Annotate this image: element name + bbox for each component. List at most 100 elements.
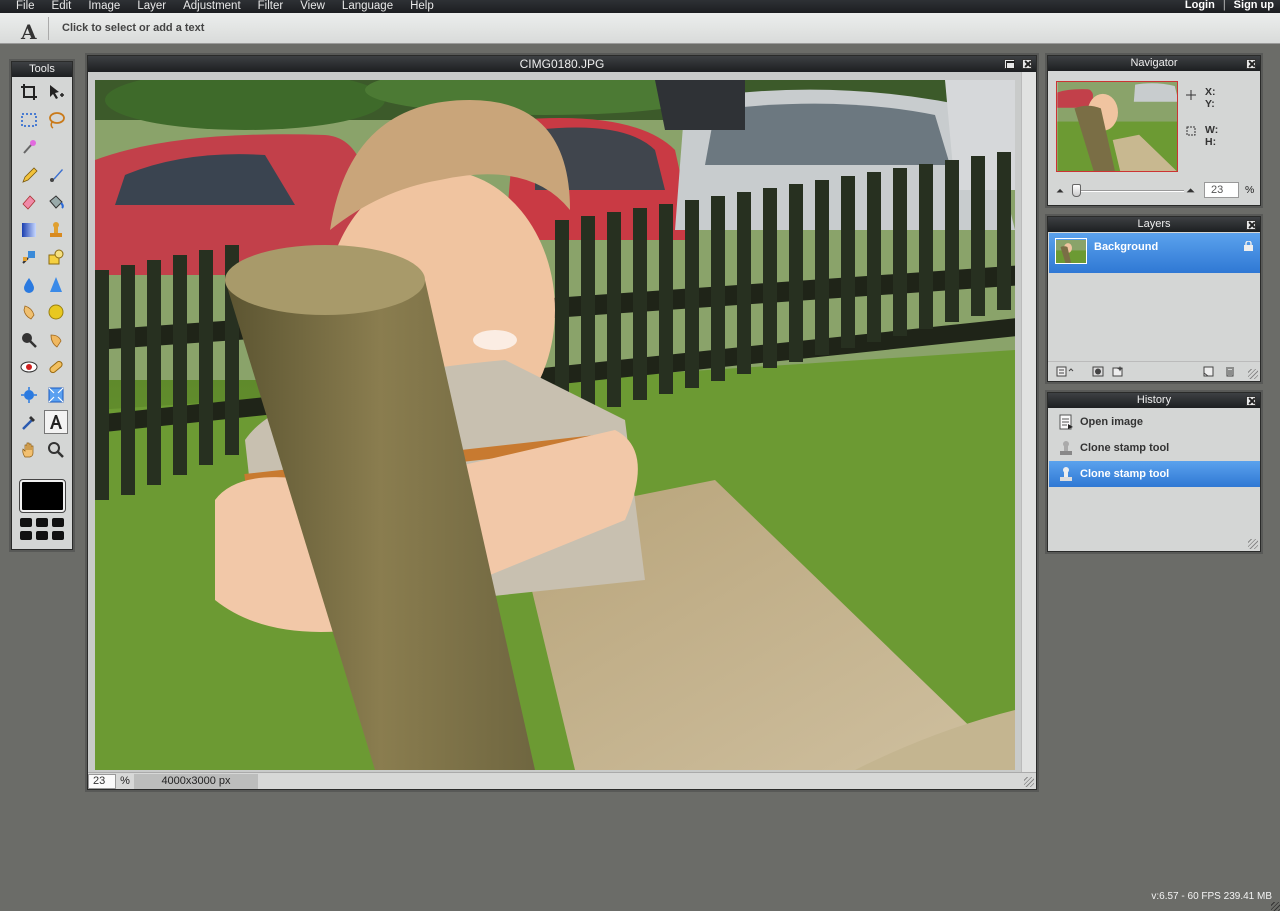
spot-heal-tool-icon[interactable]	[44, 355, 68, 379]
document-title-bar: CIMG0180.JPG	[88, 56, 1036, 72]
move-tool-icon[interactable]	[44, 80, 68, 104]
document-title: CIMG0180.JPG	[519, 57, 605, 71]
history-title: History	[1048, 393, 1260, 408]
bloat-tool-icon[interactable]	[17, 383, 41, 407]
layer-mask-icon[interactable]	[1092, 366, 1104, 377]
dodge-tool-icon[interactable]	[44, 328, 68, 352]
menu-filter[interactable]: Filter	[258, 0, 284, 12]
text-tool-icon: A	[21, 20, 37, 44]
close-icon[interactable]	[1246, 220, 1256, 230]
layer-thumbnail	[1055, 238, 1087, 264]
zoom-slider-row: ⏶ ⏶ 23 %	[1054, 182, 1258, 200]
resize-grip-icon[interactable]	[1248, 539, 1258, 549]
canvas-image[interactable]	[95, 80, 1015, 770]
eraser-tool-icon[interactable]	[17, 190, 41, 214]
preset-swatch[interactable]	[20, 531, 32, 540]
new-layer-icon[interactable]	[1202, 366, 1214, 377]
history-item-label: Clone stamp tool	[1080, 468, 1170, 480]
foreground-color-swatch[interactable]	[19, 479, 66, 513]
y-label: Y:	[1205, 98, 1215, 110]
red-eye-tool-icon[interactable]	[17, 355, 41, 379]
burn-tool-icon[interactable]	[17, 328, 41, 352]
brush-presets	[20, 518, 64, 540]
login-link[interactable]: Login	[1185, 0, 1215, 11]
close-icon[interactable]	[1246, 59, 1256, 69]
document-icon	[1059, 414, 1073, 430]
empty-tool-slot	[44, 135, 68, 159]
marquee-tool-icon[interactable]	[17, 108, 41, 132]
zoom-field[interactable]: 23	[88, 773, 116, 789]
vertical-scrollbar[interactable]	[1021, 72, 1036, 772]
zoom-out-icon[interactable]: ⏶	[1056, 186, 1064, 197]
crop-tool-icon[interactable]	[17, 80, 41, 104]
image-dimensions: 4000x3000 px	[134, 773, 258, 789]
document-window: CIMG0180.JPG 23 % 4000x3000 px	[87, 55, 1037, 790]
navigator-title: Navigator	[1048, 56, 1260, 71]
sponge-tool-icon[interactable]	[44, 300, 68, 324]
lasso-tool-icon[interactable]	[44, 108, 68, 132]
layer-item-background[interactable]: Background	[1049, 233, 1260, 273]
maximize-icon[interactable]	[1004, 59, 1015, 69]
zoom-tool-icon[interactable]	[44, 438, 68, 462]
navigator-zoom-unit: %	[1245, 184, 1255, 196]
canvas-area[interactable]	[88, 72, 1036, 772]
preset-swatch[interactable]	[36, 531, 48, 540]
delete-layer-icon[interactable]	[1224, 366, 1236, 377]
brush-tool-icon[interactable]	[44, 163, 68, 187]
paint-bucket-tool-icon[interactable]	[44, 190, 68, 214]
preset-swatch[interactable]	[52, 531, 64, 540]
layers-title: Layers	[1048, 217, 1260, 232]
lock-icon[interactable]	[1244, 241, 1253, 251]
menu-edit[interactable]: Edit	[52, 0, 72, 12]
preset-swatch[interactable]	[36, 518, 48, 527]
history-item-selected[interactable]: Clone stamp tool	[1049, 461, 1260, 487]
navigator-coords: X: Y: W: H:	[1205, 86, 1218, 148]
preset-swatch[interactable]	[52, 518, 64, 527]
clone-stamp-icon	[1060, 441, 1072, 455]
menu-adjustment[interactable]: Adjustment	[183, 0, 241, 12]
close-icon[interactable]	[1022, 59, 1032, 69]
layer-styles-icon[interactable]	[1112, 366, 1124, 377]
menu-language[interactable]: Language	[342, 0, 393, 12]
gradient-tool-icon[interactable]	[17, 218, 41, 242]
menu-layer[interactable]: Layer	[137, 0, 166, 12]
zoom-slider-track[interactable]	[1074, 190, 1184, 192]
menu-file[interactable]: File	[16, 0, 35, 12]
pencil-tool-icon[interactable]	[17, 163, 41, 187]
window-resize-icon[interactable]	[1271, 902, 1280, 911]
history-panel: History Open image Clone stamp tool Clon…	[1047, 392, 1261, 552]
x-label: X:	[1205, 86, 1216, 98]
drawing-tool-icon[interactable]	[44, 245, 68, 269]
preset-swatch[interactable]	[20, 518, 32, 527]
h-label: H:	[1205, 136, 1217, 148]
zoom-in-icon[interactable]: ⏶	[1186, 185, 1195, 198]
signup-link[interactable]: Sign up	[1234, 0, 1274, 11]
clone-stamp-tool-icon[interactable]	[44, 218, 68, 242]
menu-view[interactable]: View	[300, 0, 325, 12]
pinch-tool-icon[interactable]	[44, 383, 68, 407]
color-picker-tool-icon[interactable]	[17, 410, 41, 434]
history-item-label: Open image	[1080, 416, 1143, 428]
tool-hint: Click to select or add a text	[62, 22, 205, 34]
close-icon[interactable]	[1246, 396, 1256, 406]
menu-image[interactable]: Image	[88, 0, 120, 12]
sharpen-tool-icon[interactable]	[44, 273, 68, 297]
magic-wand-tool-icon[interactable]	[17, 135, 41, 159]
zoom-slider-handle[interactable]	[1072, 184, 1081, 197]
resize-grip-icon[interactable]	[1248, 369, 1258, 379]
hand-tool-icon[interactable]	[17, 438, 41, 462]
navigator-zoom-input[interactable]: 23	[1204, 182, 1239, 198]
color-replace-tool-icon[interactable]	[17, 245, 41, 269]
navigator-thumbnail[interactable]	[1056, 81, 1178, 172]
blur-tool-icon[interactable]	[17, 273, 41, 297]
history-item[interactable]: Clone stamp tool	[1049, 435, 1260, 461]
selection-size-icon	[1186, 126, 1196, 136]
tools-grid	[12, 77, 72, 465]
history-item[interactable]: Open image	[1049, 409, 1260, 435]
resize-grip-icon[interactable]	[1024, 777, 1034, 787]
layer-settings-icon[interactable]	[1056, 366, 1074, 377]
menu-help[interactable]: Help	[410, 0, 434, 12]
text-tool-icon[interactable]	[44, 410, 68, 434]
auth-links: Login | Sign up	[1185, 0, 1274, 11]
smudge-tool-icon[interactable]	[17, 300, 41, 324]
